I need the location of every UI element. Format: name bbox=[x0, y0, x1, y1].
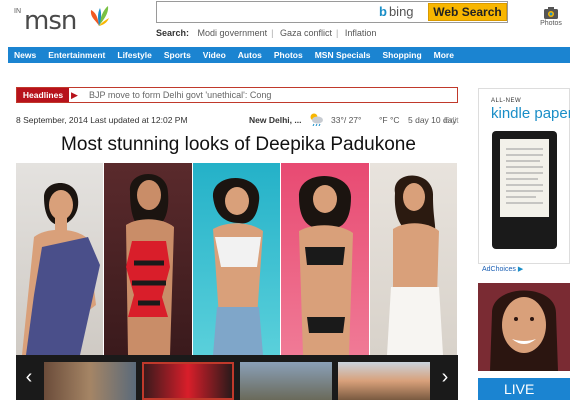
nav-item-photos[interactable]: Photos bbox=[268, 47, 309, 63]
trending-searches: Search: Modi government | Gaza conflict | … bbox=[156, 28, 376, 38]
kindle-ad[interactable]: ALL-NEW kindle paper bbox=[478, 88, 570, 264]
headlines-ticker: Headlines ▶ BJP move to form Delhi govt … bbox=[16, 87, 458, 103]
ticker-arrow-icon: ▶ bbox=[71, 90, 78, 100]
kindle-device-image bbox=[492, 131, 557, 249]
adchoices-link[interactable]: AdChoices ▶ bbox=[482, 265, 523, 273]
photos-shortcut[interactable]: Photos bbox=[536, 6, 566, 27]
photo-gallery[interactable] bbox=[16, 163, 459, 355]
thumbnail-strip: ‹ › bbox=[16, 355, 458, 400]
nav-item-news[interactable]: News bbox=[8, 47, 42, 63]
bing-label: bing bbox=[388, 4, 414, 19]
ad-all-new-label: ALL-NEW bbox=[491, 98, 522, 104]
adchoices-label: AdChoices bbox=[482, 266, 516, 273]
promo-image-figure bbox=[490, 290, 558, 371]
nav-item-video[interactable]: Video bbox=[197, 47, 232, 63]
weather-icon bbox=[310, 113, 323, 126]
kindle-screen bbox=[500, 139, 549, 217]
web-search-button[interactable]: Web Search bbox=[428, 3, 507, 21]
nav-item-more[interactable]: More bbox=[428, 47, 460, 63]
gallery-photo[interactable] bbox=[369, 163, 459, 355]
search-link-gaza-conflict[interactable]: Gaza conflict bbox=[280, 28, 332, 38]
search-link-modi-government[interactable]: Modi government bbox=[198, 28, 268, 38]
gallery-photo-figure bbox=[21, 183, 100, 355]
gallery-photo-figure bbox=[298, 176, 353, 355]
promo-image[interactable] bbox=[478, 283, 570, 371]
search-link-inflation[interactable]: Inflation bbox=[345, 28, 377, 38]
thumbnail[interactable] bbox=[44, 362, 136, 400]
thumbnail[interactable] bbox=[338, 362, 430, 400]
weather-edit-link[interactable]: Edit bbox=[444, 115, 459, 125]
live-banner[interactable]: LIVE bbox=[478, 378, 570, 400]
search-input[interactable] bbox=[157, 2, 372, 22]
nav-item-msn-specials[interactable]: MSN Specials bbox=[309, 47, 377, 63]
photos-label: Photos bbox=[540, 20, 562, 27]
gallery-photo[interactable] bbox=[104, 163, 193, 355]
logo-wordmark: msn bbox=[24, 6, 77, 36]
ad-brand: kindle paper bbox=[491, 105, 570, 122]
bing-b-icon: b bbox=[379, 4, 387, 19]
divider: | bbox=[335, 28, 339, 38]
header: IN msn b bing Web Search Search: Modi gov… bbox=[0, 0, 570, 46]
gallery-photo[interactable] bbox=[192, 163, 282, 355]
thumbnail[interactable] bbox=[240, 362, 332, 400]
next-arrow-icon[interactable]: › bbox=[432, 355, 458, 400]
gallery-photo[interactable] bbox=[16, 163, 105, 355]
camera-icon bbox=[544, 7, 558, 19]
previous-arrow-icon[interactable]: ‹ bbox=[16, 355, 42, 400]
search-box: b bing Web Search bbox=[156, 1, 508, 23]
nav-item-sports[interactable]: Sports bbox=[158, 47, 197, 63]
nav-item-shopping[interactable]: Shopping bbox=[376, 47, 427, 63]
bing-logo: b bing bbox=[379, 4, 429, 20]
kindle-screen-text bbox=[506, 148, 543, 204]
msn-logo[interactable]: IN msn bbox=[14, 2, 109, 36]
divider: | bbox=[271, 28, 274, 38]
nav-item-lifestyle[interactable]: Lifestyle bbox=[111, 47, 158, 63]
headlines-label: Headlines bbox=[17, 88, 69, 102]
main-nav: News Entertainment Lifestyle Sports Vide… bbox=[8, 47, 570, 63]
article-title: Most stunning looks of Deepika Padukone bbox=[61, 134, 416, 155]
adchoices-icon: ▶ bbox=[517, 266, 524, 273]
nav-item-entertainment[interactable]: Entertainment bbox=[42, 47, 111, 63]
article-date: 8 September, 2014 Last updated at 12:02 … bbox=[16, 115, 188, 125]
weather-temps: 33°/ 27° bbox=[331, 115, 362, 125]
region-label: IN bbox=[14, 8, 21, 15]
headline-link[interactable]: BJP move to form Delhi govt 'unethical':… bbox=[89, 88, 271, 102]
gallery-photo-figure bbox=[212, 177, 263, 355]
thumbnail-active[interactable] bbox=[142, 362, 234, 400]
gallery-photo[interactable] bbox=[281, 163, 370, 355]
gallery-photo-figure bbox=[126, 174, 175, 355]
search-links-label: Search: bbox=[156, 28, 190, 38]
weather-city[interactable]: New Delhi, ... bbox=[249, 115, 301, 125]
gallery-photo-figure bbox=[387, 175, 444, 355]
nav-item-autos[interactable]: Autos bbox=[232, 47, 268, 63]
msn-butterfly-icon bbox=[90, 6, 109, 26]
article-meta: 8 September, 2014 Last updated at 12:02 … bbox=[16, 113, 461, 129]
temperature-unit-toggle[interactable]: °F °C bbox=[379, 115, 400, 125]
